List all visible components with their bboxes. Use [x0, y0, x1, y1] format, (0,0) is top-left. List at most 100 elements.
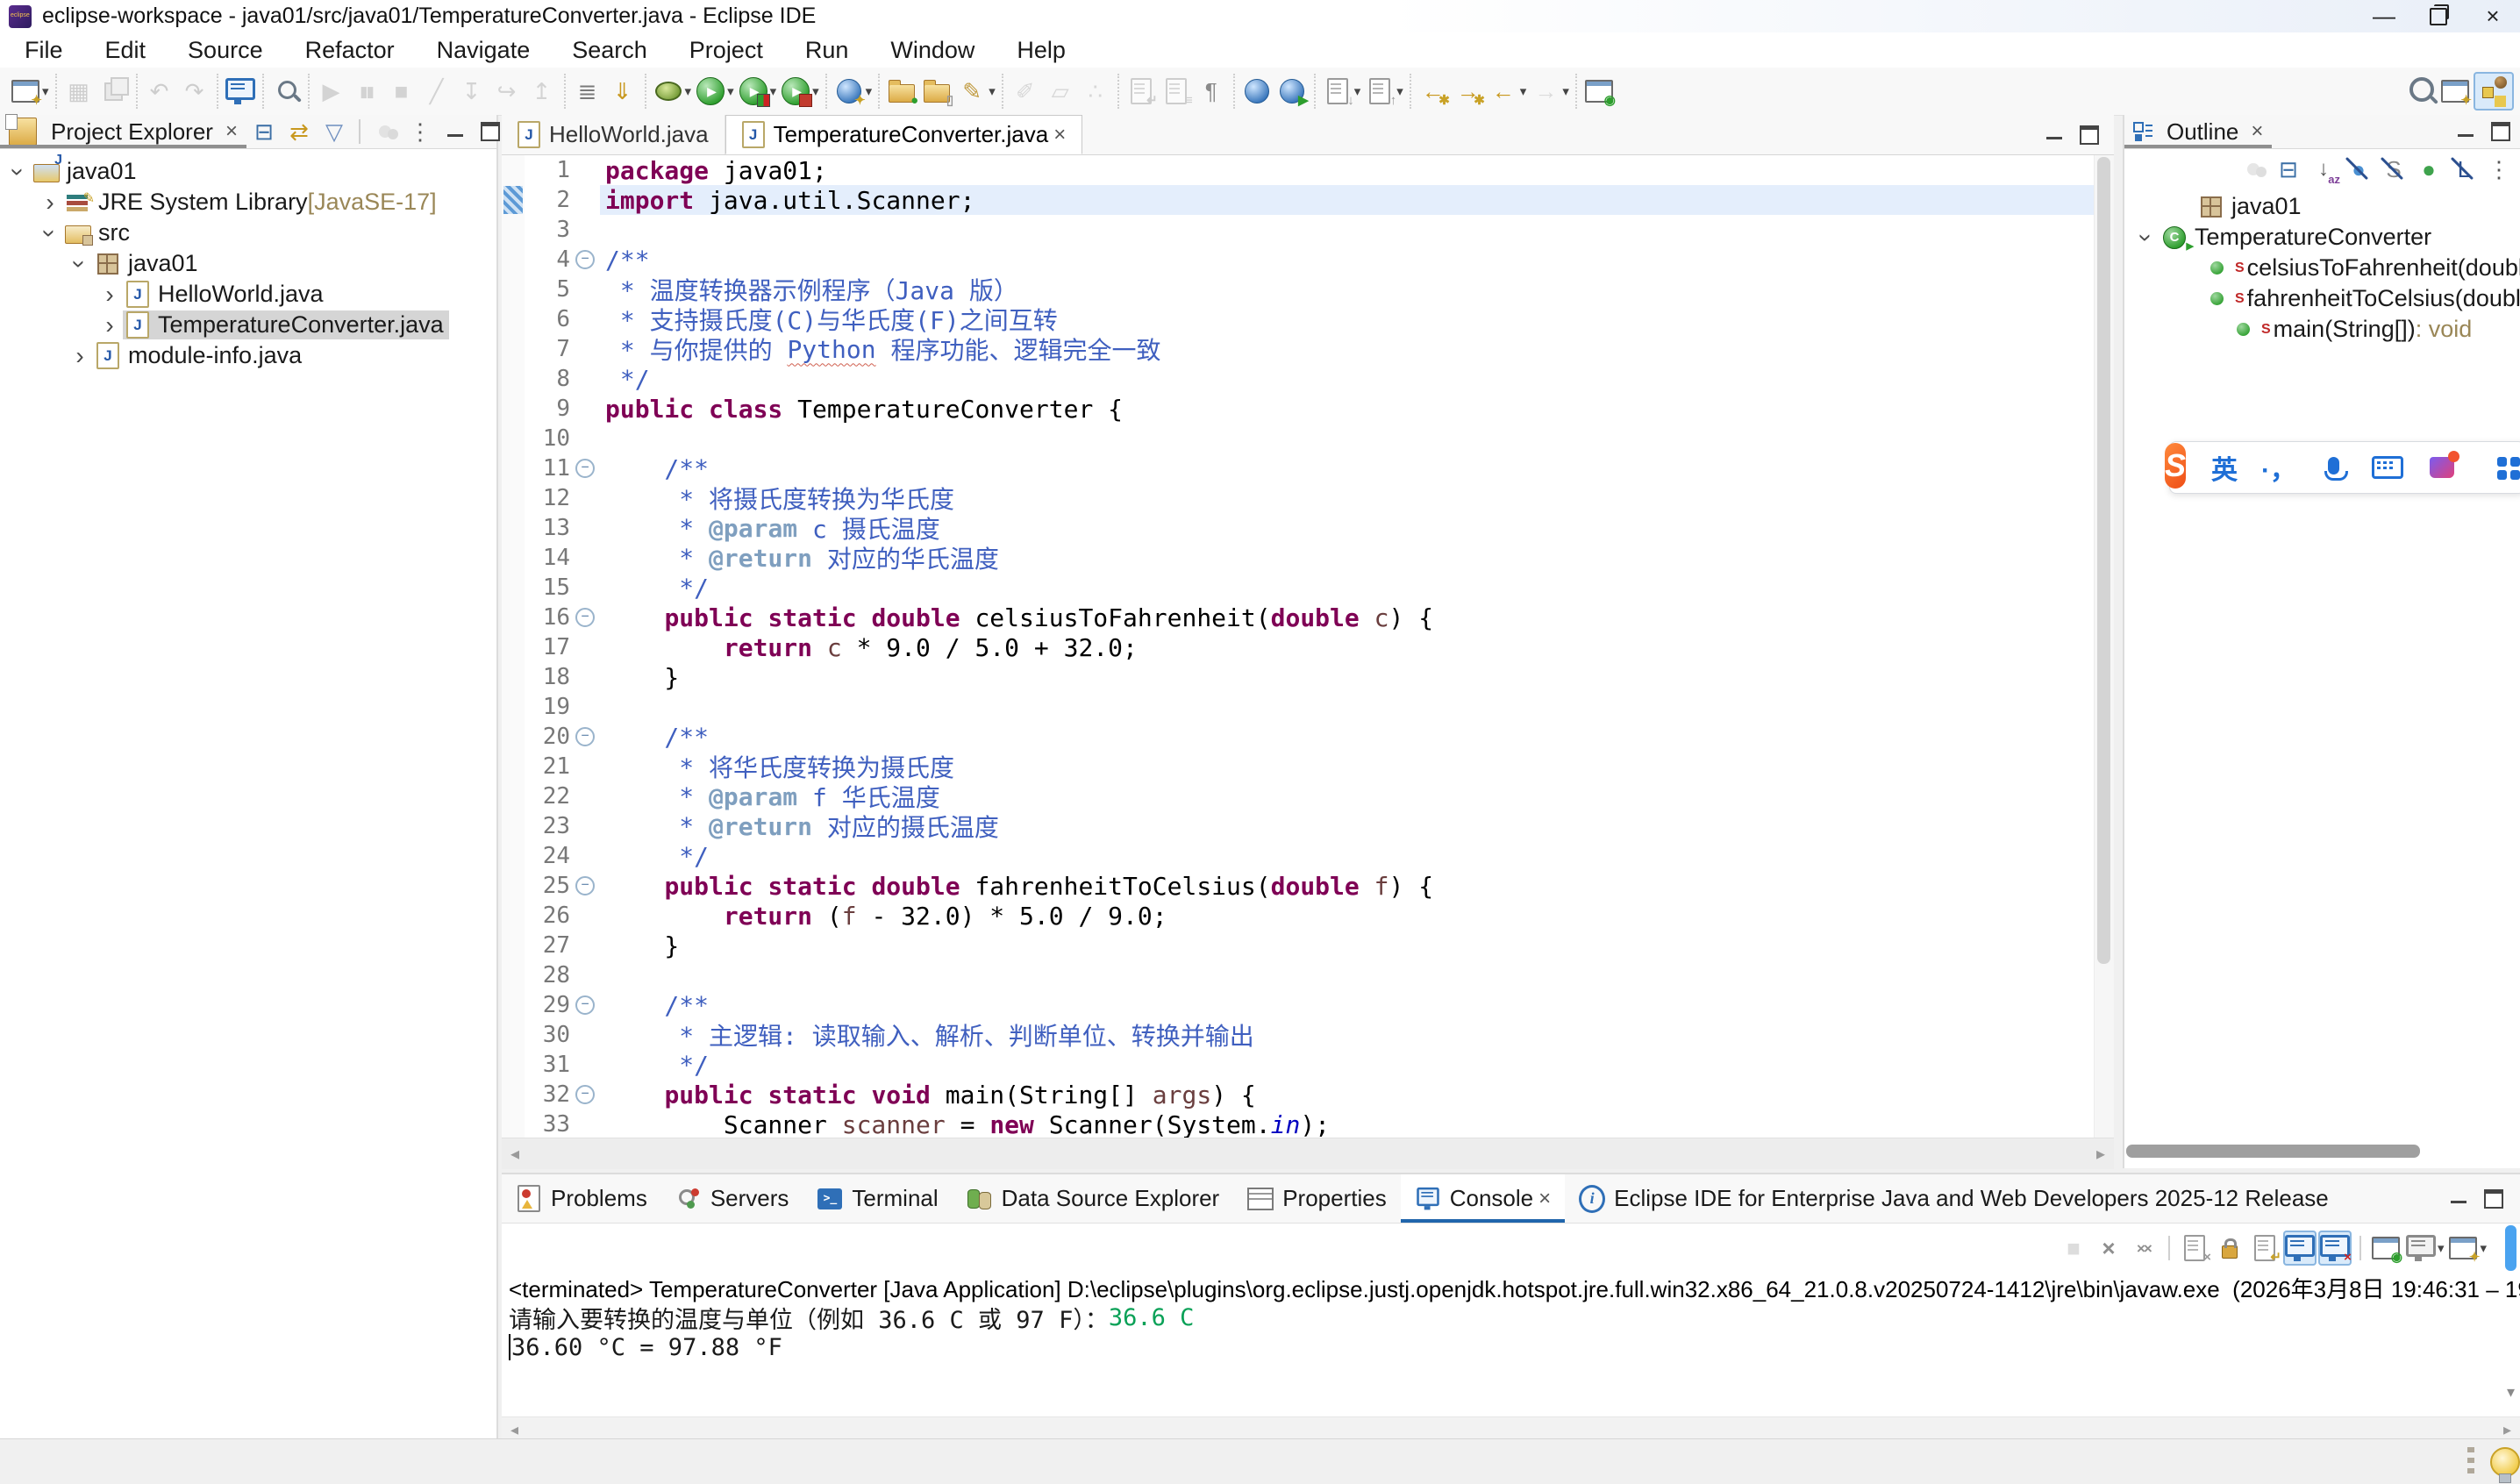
word-wrap-icon[interactable]: ↵ — [2248, 1231, 2281, 1266]
display-selected-console-icon-dropdown[interactable]: ▾ — [2438, 1240, 2445, 1256]
inspect-icon[interactable] — [269, 74, 303, 109]
expander-icon[interactable]: › — [37, 189, 63, 217]
tab-problems[interactable]: Problems — [502, 1174, 661, 1223]
menu-project[interactable]: Project — [668, 32, 784, 68]
outline-item-java01[interactable]: java01 — [2124, 191, 2520, 222]
hide-static-members-icon[interactable]: S — [2377, 152, 2410, 187]
tree-item-module-info-java[interactable]: ›Jmodule-info.java — [0, 340, 496, 371]
code-line-7[interactable]: 7 * 与你提供的 Python 程序功能、逻辑完全一致 — [502, 334, 2114, 364]
maximize-view-icon[interactable] — [2484, 114, 2517, 149]
close-icon[interactable]: × — [1538, 1187, 1551, 1211]
sort-icon[interactable]: ↓az — [2307, 152, 2340, 187]
ime-voice-icon[interactable] — [2317, 450, 2350, 485]
coverage-icon-dropdown[interactable]: ▾ — [770, 83, 777, 99]
code-line-6[interactable]: 6 * 支持摄氏度(C)与华氏度(F)之间互转 — [502, 304, 2114, 334]
menu-navigate[interactable]: Navigate — [416, 32, 552, 68]
minimize-view-icon[interactable] — [2449, 114, 2482, 149]
expander-icon[interactable]: › — [5, 158, 32, 186]
collapse-all-icon[interactable]: ⊟ — [2272, 152, 2305, 187]
drop-to-frame-icon[interactable]: ⇓ — [606, 74, 639, 109]
menu-file[interactable]: File — [4, 32, 84, 68]
link-with-editor-icon[interactable]: ⇄ — [282, 114, 316, 149]
code-line-30[interactable]: 30 * 主逻辑: 读取输入、解析、判断单位、转换并输出 — [502, 1020, 2114, 1050]
ime-skin-icon[interactable] — [2425, 450, 2459, 485]
sogou-logo-icon[interactable]: S — [2165, 443, 2186, 489]
skip-all-breakpoints-icon[interactable]: ≣ — [571, 74, 604, 109]
code-line-9[interactable]: 9public class TemperatureConverter { — [502, 394, 2114, 424]
code-line-3[interactable]: 3 — [502, 215, 2114, 245]
minimize-button[interactable]: — — [2357, 0, 2411, 32]
menu-refactor[interactable]: Refactor — [284, 32, 416, 68]
filter-icon[interactable]: ▽ — [318, 114, 351, 149]
open-file-icon[interactable]: ● — [885, 74, 918, 109]
code-line-19[interactable]: 19 — [502, 692, 2114, 722]
scroll-lock-icon[interactable] — [2213, 1231, 2246, 1266]
editor-tab-temperatureconverter-java[interactable]: JTemperatureConverter.java× — [725, 115, 1083, 154]
previous-annotation-icon-dropdown[interactable]: ▾ — [1396, 83, 1403, 99]
expander-icon[interactable]: › — [96, 311, 123, 339]
menu-search[interactable]: Search — [551, 32, 668, 68]
tree-item-java01[interactable]: ›java01 — [0, 156, 496, 187]
next-annotation-icon[interactable]: ↓ — [1321, 74, 1354, 109]
remove-all-terminated-icon[interactable]: ×× — [2127, 1231, 2160, 1266]
tab-console[interactable]: Console× — [1401, 1174, 1565, 1223]
code-line-11[interactable]: 11− /** — [502, 453, 2114, 483]
editor-vertical-scrollbar[interactable] — [2094, 155, 2114, 1138]
code-line-23[interactable]: 23 * @return 对应的摄氏温度 — [502, 811, 2114, 841]
menu-window[interactable]: Window — [869, 32, 996, 68]
outline-item-celsiustofahrenheit-double[interactable]: ScelsiusToFahrenheit(double) — [2124, 253, 2520, 283]
highlighter-icon[interactable]: ✎ — [955, 74, 989, 109]
expander-icon[interactable]: › — [96, 281, 123, 309]
code-line-33[interactable]: 33 Scanner scanner = new Scanner(System.… — [502, 1109, 2114, 1138]
previous-annotation-icon[interactable]: ↑ — [1363, 74, 1396, 109]
highlighter-icon-dropdown[interactable]: ▾ — [989, 83, 996, 99]
fold-collapse-icon[interactable]: − — [575, 250, 595, 269]
code-line-22[interactable]: 22 * @param f 华氏温度 — [502, 781, 2114, 811]
minimize-view-icon[interactable] — [439, 114, 472, 149]
new-wizard-icon[interactable]: ✦ — [9, 74, 42, 109]
tab-project-explorer[interactable]: Project Explorer × — [0, 115, 246, 148]
code-line-1[interactable]: 1package java01; — [502, 155, 2114, 185]
search-icon[interactable] — [2403, 74, 2437, 109]
run-icon-dropdown[interactable]: ▾ — [727, 83, 734, 99]
expander-icon[interactable]: › — [67, 342, 93, 370]
show-stderr-icon[interactable]: × — [2318, 1231, 2352, 1266]
editor-tab-helloworld-java[interactable]: JHelloWorld.java — [502, 115, 725, 154]
menu-edit[interactable]: Edit — [84, 32, 168, 68]
import-icon[interactable]: ▯ — [920, 74, 953, 109]
show-whitespace-icon[interactable]: ¶ — [1195, 74, 1228, 109]
fold-collapse-icon[interactable]: − — [575, 995, 595, 1015]
new-wizard-icon-dropdown[interactable]: ▾ — [42, 83, 49, 99]
view-menu-icon[interactable]: ⋮ — [2482, 152, 2516, 187]
hide-non-public-icon[interactable]: ● — [2412, 152, 2445, 187]
code-line-31[interactable]: 31 */ — [502, 1050, 2114, 1080]
maximize-editor-icon[interactable] — [2073, 118, 2106, 153]
ime-mode-icon[interactable]: 英 — [2208, 450, 2241, 485]
java-ee-perspective-icon[interactable] — [2474, 72, 2514, 111]
fold-collapse-icon[interactable]: − — [575, 1085, 595, 1104]
remove-launch-icon[interactable]: × — [2092, 1231, 2125, 1266]
expander-icon[interactable]: › — [2133, 224, 2159, 252]
notifications-icon[interactable] — [2490, 1447, 2520, 1477]
close-icon[interactable]: × — [1053, 123, 1066, 147]
run-on-server-icon[interactable]: ▶ — [1275, 74, 1309, 109]
code-line-5[interactable]: 5 * 温度转换器示例程序（Java 版） — [502, 275, 2114, 304]
outline-item-fahrenheittocelsius-double[interactable]: SfahrenheitToCelsius(double) — [2124, 283, 2520, 314]
code-line-27[interactable]: 27 } — [502, 931, 2114, 960]
next-annotation-icon-dropdown[interactable]: ▾ — [1354, 83, 1361, 99]
open-perspective-icon[interactable]: ✦ — [2438, 74, 2472, 109]
fold-collapse-icon[interactable]: − — [575, 608, 595, 627]
restore-button[interactable] — [2411, 0, 2466, 32]
code-line-4[interactable]: 4−/** — [502, 245, 2114, 275]
ime-toolbox-icon[interactable] — [2480, 450, 2513, 485]
code-line-24[interactable]: 24 */ — [502, 841, 2114, 871]
tree-item-temperatureconverter-java[interactable]: ›JTemperatureConverter.java — [0, 310, 496, 340]
code-line-21[interactable]: 21 * 将华氏度转换为摄氏度 — [502, 752, 2114, 781]
open-console-icon[interactable]: ✦ — [2446, 1231, 2480, 1266]
outline-item-main-string[interactable]: Smain(String[]) : void — [2124, 314, 2520, 345]
code-line-2[interactable]: 2import java.util.Scanner; — [502, 185, 2114, 215]
code-line-8[interactable]: 8 */ — [502, 364, 2114, 394]
tree-item-src[interactable]: ›src — [0, 218, 496, 248]
show-stdout-icon[interactable] — [2283, 1231, 2317, 1266]
expander-icon[interactable]: › — [67, 250, 93, 278]
